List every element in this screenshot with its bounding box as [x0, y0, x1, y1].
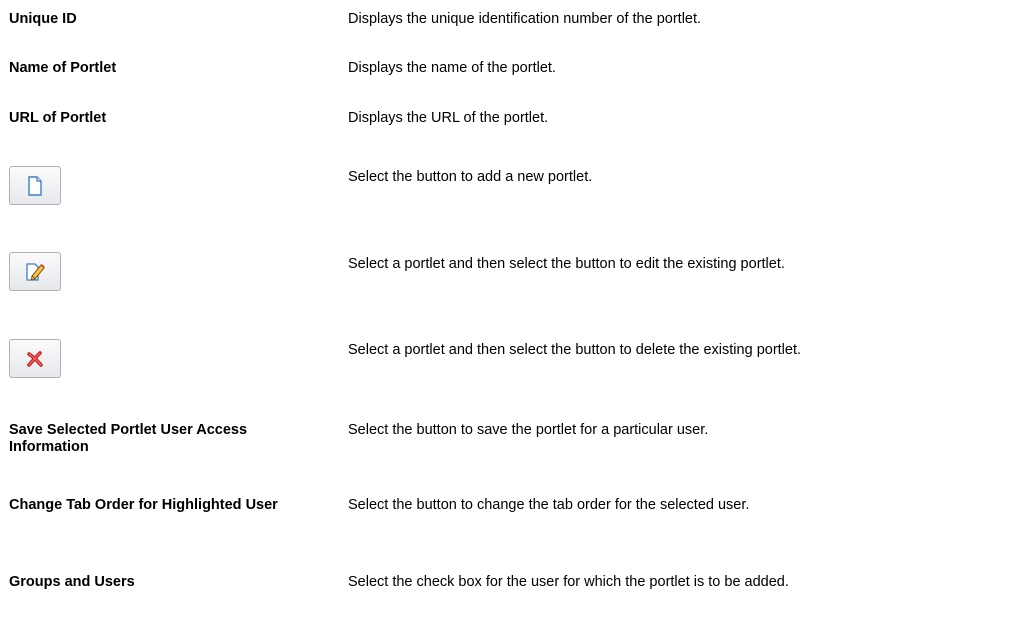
description-new-button: Select the button to add a new portlet. [348, 169, 593, 185]
delete-portlet-button[interactable] [9, 339, 61, 378]
description-save-access: Select the button to save the portlet fo… [348, 422, 709, 438]
term-unique-id: Unique ID [9, 11, 77, 27]
description-url-of-portlet: Displays the URL of the portlet. [348, 110, 549, 126]
term-groups-and-users: Groups and Users [9, 574, 135, 590]
new-document-icon [23, 174, 47, 198]
term-url-of-portlet: URL of Portlet [9, 110, 107, 126]
edit-pencil-icon [23, 260, 47, 284]
term-save-access: Save Selected Portlet User Access Inform… [9, 422, 248, 455]
description-change-tab-order: Select the button to change the tab orde… [348, 497, 750, 513]
description-delete-button: Select a portlet and then select the but… [348, 342, 802, 358]
term-name-of-portlet: Name of Portlet [9, 60, 117, 76]
delete-x-icon [23, 347, 47, 371]
description-edit-button: Select a portlet and then select the but… [348, 256, 785, 272]
new-portlet-button[interactable] [9, 166, 61, 205]
description-groups-and-users: Select the check box for the user for wh… [348, 574, 789, 590]
description-unique-id: Displays the unique identification numbe… [348, 11, 702, 27]
edit-portlet-button[interactable] [9, 252, 61, 291]
description-name-of-portlet: Displays the name of the portlet. [348, 60, 556, 76]
term-change-tab-order: Change Tab Order for Highlighted User [9, 497, 278, 513]
